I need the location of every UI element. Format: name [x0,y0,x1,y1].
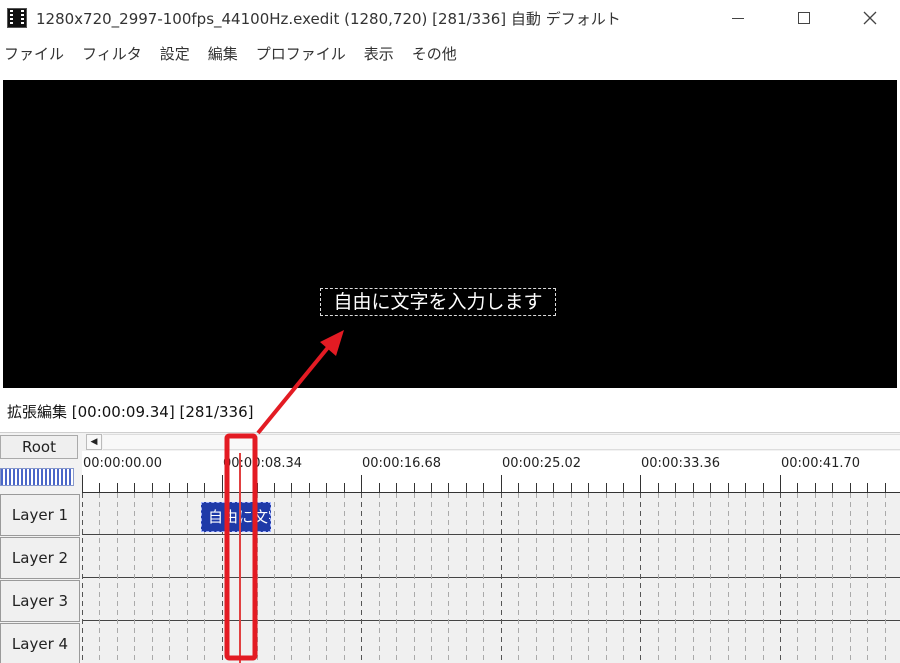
horizontal-scrollbar[interactable] [103,434,900,450]
menu-file[interactable]: ファイル [4,43,64,64]
menu-other[interactable]: その他 [412,43,457,64]
minimize-icon [732,17,744,19]
layer-1-label[interactable]: Layer 1 [0,494,80,536]
ruler-label: 00:00:41.70 [781,456,861,471]
extended-edit-header: 拡張編集 [00:00:09.34] [281/336] [0,388,900,433]
video-preview[interactable]: 自由に文字を入力します [3,80,897,388]
window-title: 1280x720_2997-100fps_44100Hz.exedit (128… [36,10,621,28]
maximize-button[interactable] [781,0,827,36]
text-object-clip[interactable]: 自由に文字 [201,502,271,532]
maximize-icon [798,12,810,24]
preview-text-object[interactable]: 自由に文字を入力します [320,288,556,316]
layer-4-label[interactable]: Layer 4 [0,623,80,663]
menu-bar: ファイル フィルタ 設定 編集 プロファイル 表示 その他 [0,38,900,68]
menu-profile[interactable]: プロファイル [256,43,346,64]
ruler-label: 00:00:25.02 [502,456,582,471]
close-icon [863,11,877,25]
close-button[interactable] [847,0,893,36]
root-button[interactable]: Root [0,435,78,459]
playhead-cursor[interactable] [239,453,241,663]
menu-edit[interactable]: 編集 [208,43,238,64]
menu-filter[interactable]: フィルタ [82,43,142,64]
ruler-label: 00:00:33.36 [641,456,721,471]
ruler-label: 00:00:00.00 [83,456,163,471]
extended-edit-title: 拡張編集 [00:00:09.34] [281/336] [7,403,254,421]
ruler-ticks [82,475,900,493]
minimize-button[interactable] [715,0,761,36]
ruler-label: 00:00:16.68 [362,456,442,471]
layer-2-label[interactable]: Layer 2 [0,537,80,579]
menu-view[interactable]: 表示 [364,43,394,64]
layer-3-label[interactable]: Layer 3 [0,580,80,622]
ruler-label: 00:00:08.34 [223,456,303,471]
timeline-panel: Root ◀ 00:00:00.00 00:00:08.34 00:00:16.… [0,433,900,663]
zoom-slider[interactable] [0,468,74,486]
scroll-left-arrow-icon[interactable]: ◀ [86,434,102,450]
time-ruler[interactable]: 00:00:00.00 00:00:08.34 00:00:16.68 00:0… [82,451,900,493]
film-icon [7,8,27,28]
menu-settings[interactable]: 設定 [160,43,190,64]
title-bar: 1280x720_2997-100fps_44100Hz.exedit (128… [0,0,900,38]
